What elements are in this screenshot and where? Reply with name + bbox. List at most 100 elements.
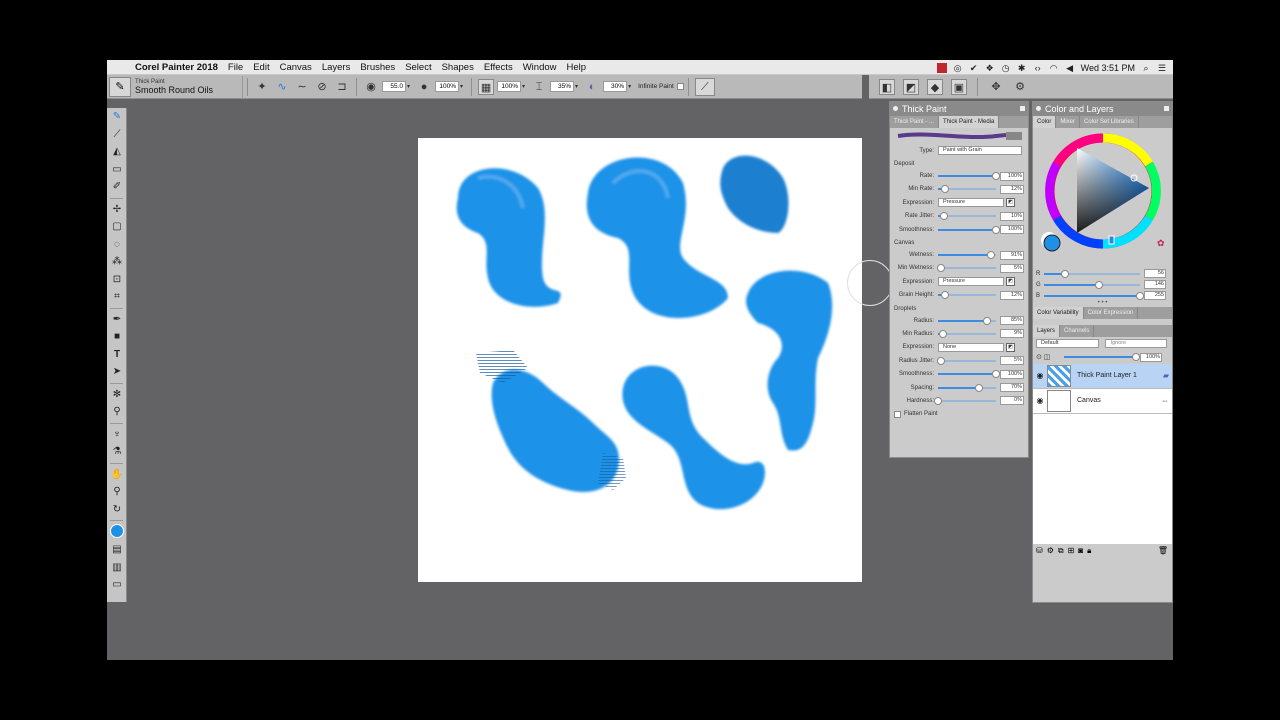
delete-layer-icon[interactable]: 🗑︎ [1158,546,1172,555]
channel-slider[interactable] [1044,280,1140,289]
param-value-field[interactable]: 5% [1000,263,1024,273]
menu-window[interactable]: Window [518,62,562,73]
param-slider[interactable] [938,251,996,260]
param-value-field[interactable]: 12% [1000,290,1024,300]
mask-icon[interactable]: ▣ [951,78,967,95]
param-slider[interactable] [938,172,1000,181]
dynamic-plugins-icon[interactable]: ⚙ [1047,546,1054,555]
menu-layers[interactable]: Layers [317,62,356,73]
expression-select[interactable]: None [938,342,1004,352]
sponge-icon[interactable]: ⚗ [107,443,127,461]
create-mask-icon[interactable]: ◙ [1078,546,1083,555]
tab-mixer[interactable]: Mixer [1056,116,1081,128]
layer-opacity-field[interactable]: 100% [1140,352,1162,362]
resaturation-field[interactable]: 100% [497,81,522,92]
channel-slider[interactable] [1044,269,1140,278]
bleed-field[interactable]: 35% [550,81,575,92]
new-layer-icon[interactable]: ⊞ [1068,546,1075,555]
param-value-field[interactable]: 85% [1000,316,1024,326]
menu-brushes[interactable]: Brushes [355,62,400,73]
layer-row[interactable]: ◉ Thick Paint Layer 1 ▰ [1033,363,1172,389]
notification-center-icon[interactable]: ☰ [1157,63,1167,73]
param-value-field[interactable]: 100% [1000,369,1024,379]
layer-adjuster-icon[interactable]: ✢ [107,201,127,219]
mirror-icon[interactable]: ✻ [107,386,127,404]
layer-opacity-slider[interactable] [1064,353,1140,362]
type-select[interactable]: Paint with Grain [938,146,1022,156]
magic-wand-icon[interactable]: ⁂ [107,253,127,271]
dab-preview-icon[interactable]: ⊐ [334,79,350,95]
paint-bucket-icon[interactable]: ◭ [107,143,127,161]
param-slider[interactable] [938,225,1000,234]
reset-tool-icon[interactable]: ✦ [254,79,270,95]
param-slider[interactable] [938,370,1000,379]
param-value-field[interactable]: 70% [1000,383,1024,393]
eraser-tool-icon[interactable]: ▭ [107,161,127,179]
channel-value-field[interactable]: 56 [1144,269,1166,278]
shape-tool-icon[interactable]: ■ [107,328,127,346]
creative-cloud-icon[interactable]: ◎ [953,63,963,73]
tab-color-variability[interactable]: Color Variability [1033,307,1084,319]
layer-icon[interactable]: ◧ [879,78,895,95]
pattern-selector-icon[interactable]: ▥ [107,559,127,577]
param-value-field[interactable]: 12% [1000,184,1024,194]
param-slider[interactable] [936,264,996,273]
tab-channels[interactable]: Channels [1060,325,1095,337]
brush-controls-icon[interactable]: ✥ [988,79,1004,95]
channel-value-field[interactable]: 255 [1144,291,1166,300]
visibility-eye-icon[interactable]: ◉ [1033,396,1047,405]
menu-shapes[interactable]: Shapes [437,62,479,73]
opacity-dropdown-icon[interactable]: ▾ [460,83,463,90]
record-icon[interactable] [936,62,947,73]
param-value-field[interactable]: 91% [1000,250,1024,260]
bluetooth-icon[interactable]: ✱ [1017,63,1027,73]
param-value-field[interactable]: 0% [1000,396,1024,406]
paper-selector-icon[interactable]: ▤ [107,541,127,559]
tab-color-set-libraries[interactable]: Color Set Libraries [1080,116,1139,128]
flatten-checkbox[interactable] [894,410,901,418]
clone-tool-icon[interactable]: ✐ [107,178,127,196]
rotate-page-icon[interactable]: ↻ [107,501,127,519]
ignore-select[interactable]: Ignore [1105,339,1167,349]
dropbox-icon[interactable]: ❖ [985,63,995,73]
dodge-icon[interactable]: ⚲ [107,403,127,421]
expression-settings-icon[interactable]: ◩ [1006,342,1015,352]
new-layer-group-icon[interactable]: ⧉ [1058,546,1064,556]
transform-icon[interactable]: ⊡ [107,271,127,289]
layer-lock-icons[interactable]: ⊙ ◫ [1036,353,1064,361]
param-slider[interactable] [934,396,996,405]
param-slider[interactable] [938,212,996,221]
crop-icon[interactable]: ⌗ [107,288,127,306]
param-value-field[interactable]: 100% [1000,225,1024,235]
param-slider[interactable] [938,291,996,300]
time-machine-icon[interactable]: ◷ [1001,63,1011,73]
menu-file[interactable]: File [223,62,248,73]
grabber-icon[interactable]: ✋ [107,466,127,484]
volume-icon[interactable]: ◀ [1065,63,1075,73]
param-slider[interactable] [938,185,996,194]
magnifier-icon[interactable]: ⚲ [107,483,127,501]
tab-thick-paint-media[interactable]: Thick Paint - Media [939,116,1000,128]
panel-close-icon[interactable] [1164,106,1169,111]
expression-settings-icon[interactable]: ◩ [1006,198,1015,208]
stroke-attributes-icon[interactable]: ⊘ [314,79,330,95]
composite-method-select[interactable]: Default [1036,339,1100,349]
panel-pin-icon[interactable] [1036,106,1041,111]
lasso-icon[interactable]: ◌ [107,236,127,254]
clock[interactable]: Wed 3:51 PM [1081,63,1135,73]
tab-layers[interactable]: Layers [1033,325,1061,337]
text-tool-icon[interactable]: T [107,346,127,364]
layer-row[interactable]: ◉ Canvas ⇔ [1033,388,1172,414]
color-wheel[interactable]: ✿ [1033,128,1173,268]
composite-icon[interactable]: ◩ [903,78,919,95]
brush-selector[interactable]: ✎ Thick Paint Smooth Round Oils [109,75,243,98]
size-dropdown-icon[interactable]: ▾ [407,83,410,90]
infinite-paint-checkbox[interactable] [676,83,684,90]
opacity-field[interactable]: 100% [435,81,460,92]
mix-dropdown-icon[interactable]: ▾ [628,83,631,90]
size-field[interactable]: 55.0 [382,81,406,92]
param-slider[interactable] [938,383,996,392]
param-value-field[interactable]: 5% [1000,356,1024,366]
palette-knife-icon[interactable]: ⟋ [694,77,715,96]
blender-icon[interactable]: ♆ [107,426,127,444]
